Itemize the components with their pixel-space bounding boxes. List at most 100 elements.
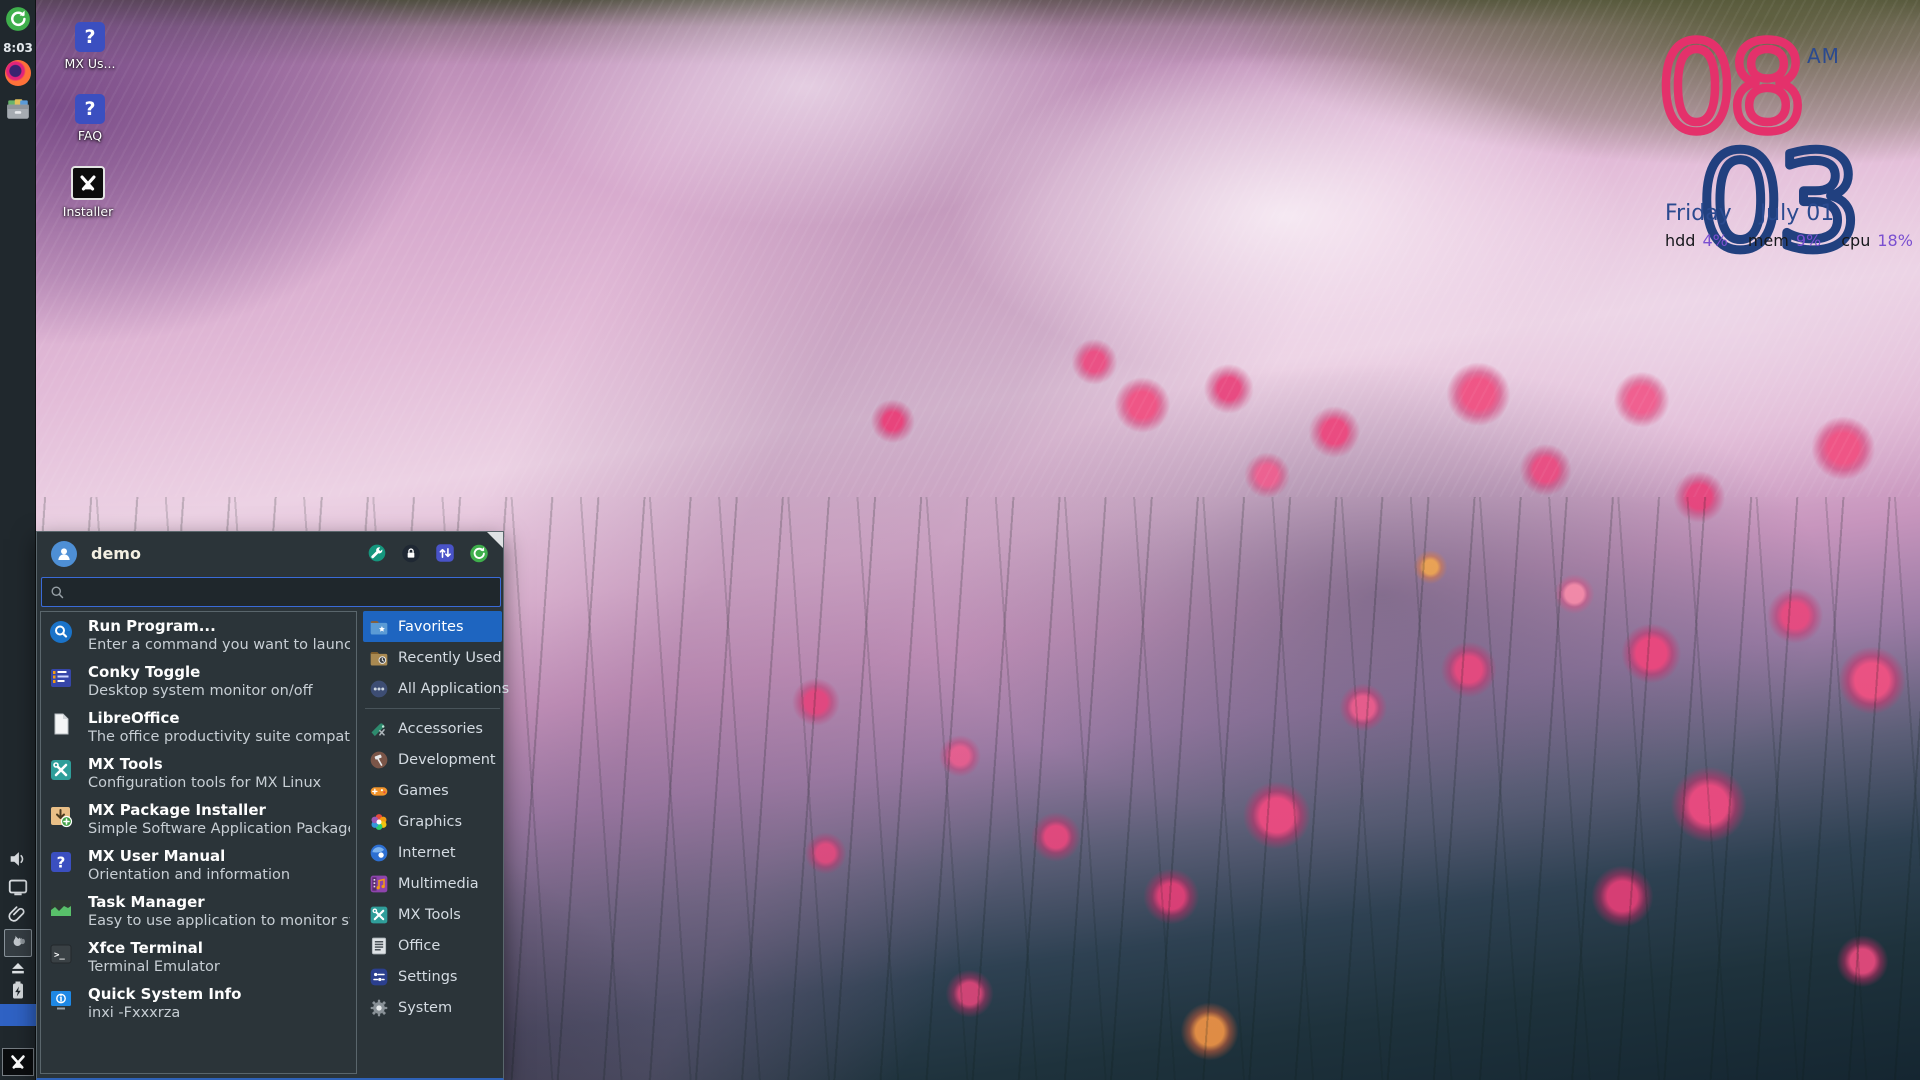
desktop-icon-faq[interactable]: ? FAQ <box>46 94 134 143</box>
mx-x-logo-icon <box>71 166 105 200</box>
mx-tools-icon <box>369 905 389 925</box>
battery-icon[interactable] <box>0 978 36 1002</box>
menu-item-mx-tools[interactable]: MX Tools Configuration tools for MX Linu… <box>41 752 356 798</box>
category-all-applications[interactable]: All Applications <box>363 673 502 704</box>
category-separator <box>365 708 500 709</box>
desktop-icon-label: Installer <box>44 204 132 219</box>
favorites-folder-icon <box>369 617 389 637</box>
mx-package-installer-icon <box>49 804 73 828</box>
menu-item-title: MX Tools <box>88 755 163 773</box>
category-label: Settings <box>398 969 457 985</box>
menu-item-task-manager[interactable]: Task Manager Easy to use application to … <box>41 890 356 936</box>
side-panel: 8:03 <box>0 0 36 1080</box>
question-mark-icon: ? <box>75 94 105 124</box>
volume-icon[interactable] <box>0 848 36 870</box>
terminal-icon: >_ <box>49 942 73 966</box>
eject-icon[interactable] <box>0 958 36 978</box>
category-label: System <box>398 1000 452 1016</box>
category-accessories[interactable]: Accessories <box>363 713 502 744</box>
username: demo <box>91 544 141 563</box>
desktop-icon-installer[interactable]: Installer <box>44 166 132 219</box>
flame-icon-selection <box>4 929 32 957</box>
display-icon[interactable] <box>0 876 36 898</box>
menu-item-mx-user-manual[interactable]: ? MX User Manual Orientation and informa… <box>41 844 356 890</box>
menu-item-subtitle: Configuration tools for MX Linux <box>88 775 321 791</box>
whisker-menu: demo <box>36 531 504 1080</box>
mx-menu-button[interactable] <box>2 1048 34 1076</box>
system-gear-icon <box>369 998 389 1018</box>
menu-item-title: MX Package Installer <box>88 801 266 819</box>
menu-item-libreoffice[interactable]: LibreOffice The office productivity suit… <box>41 706 356 752</box>
panel-clock: 8:03 <box>0 41 36 55</box>
category-mx-tools[interactable]: MX Tools <box>363 899 502 930</box>
search-input[interactable] <box>73 584 500 600</box>
svg-text:>_: >_ <box>54 951 65 961</box>
menu-header: demo <box>37 532 503 576</box>
category-label: MX Tools <box>398 907 461 923</box>
recent-folder-icon <box>369 648 389 668</box>
firefox-icon[interactable] <box>0 60 36 86</box>
menu-item-title: Run Program... <box>88 617 216 635</box>
category-graphics[interactable]: Graphics <box>363 806 502 837</box>
category-label: Accessories <box>398 721 483 737</box>
category-label: All Applications <box>398 681 509 697</box>
category-multimedia[interactable]: Multimedia <box>363 868 502 899</box>
menu-item-subtitle: inxi -Fxxxrza <box>88 1005 180 1021</box>
category-favorites[interactable]: Favorites <box>363 611 502 642</box>
menu-item-subtitle: Easy to use application to monitor syste… <box>88 913 350 929</box>
menu-item-xfce-terminal[interactable]: >_ Xfce Terminal Terminal Emulator <box>41 936 356 982</box>
menu-item-title: Quick System Info <box>88 985 241 1003</box>
mx-tools-icon <box>49 758 73 782</box>
application-list: Run Program... Enter a command you want … <box>40 611 357 1074</box>
category-label: Internet <box>398 845 456 861</box>
menu-item-title: LibreOffice <box>88 709 180 727</box>
menu-item-title: Xfce Terminal <box>88 939 203 957</box>
mx-updater-icon[interactable] <box>0 6 36 32</box>
menu-item-quick-system-info[interactable]: i Quick System Info inxi -Fxxxrza <box>41 982 356 1028</box>
run-program-icon <box>49 620 73 644</box>
workspace-switcher[interactable] <box>0 1004 36 1026</box>
flame-icon[interactable] <box>0 929 36 957</box>
category-label: Favorites <box>398 619 464 635</box>
category-settings[interactable]: Settings <box>363 961 502 992</box>
category-office[interactable]: Office <box>363 930 502 961</box>
category-games[interactable]: Games <box>363 775 502 806</box>
menu-item-run-program[interactable]: Run Program... Enter a command you want … <box>41 614 356 660</box>
category-development[interactable]: Development <box>363 744 502 775</box>
settings-icon <box>369 967 389 987</box>
accessories-icon <box>369 719 389 739</box>
category-list: Favorites Recently Used All Applications <box>363 611 502 1023</box>
category-label: Office <box>398 938 440 954</box>
menu-item-subtitle: Orientation and information <box>88 867 290 883</box>
multimedia-icon <box>369 874 389 894</box>
category-internet[interactable]: Internet <box>363 837 502 868</box>
menu-item-title: Task Manager <box>88 893 205 911</box>
libreoffice-icon <box>49 712 73 736</box>
menu-item-mx-package-installer[interactable]: MX Package Installer Simple Software App… <box>41 798 356 844</box>
category-label: Multimedia <box>398 876 479 892</box>
avatar[interactable] <box>51 541 77 567</box>
task-manager-icon <box>49 896 73 920</box>
menu-item-conky-toggle[interactable]: Conky Toggle Desktop system monitor on/o… <box>41 660 356 706</box>
category-label: Recently Used <box>398 650 502 666</box>
desktop-icon-label: MX Us... <box>46 56 134 71</box>
menu-item-subtitle: Simple Software Application Package Ins.… <box>88 821 350 837</box>
log-out-button[interactable] <box>469 543 489 563</box>
switch-user-button[interactable] <box>435 543 455 563</box>
graphics-icon <box>369 812 389 832</box>
games-icon <box>369 781 389 801</box>
desktop: 08 03 AM Friday July 01 hdd 4% mem 9% cp… <box>0 0 1920 1080</box>
menu-item-title: Conky Toggle <box>88 663 200 681</box>
mx-user-manual-icon: ? <box>49 850 73 874</box>
file-manager-icon[interactable] <box>0 96 36 122</box>
category-system[interactable]: System <box>363 992 502 1023</box>
lock-screen-button[interactable] <box>401 543 421 563</box>
category-recently-used[interactable]: Recently Used <box>363 642 502 673</box>
internet-icon <box>369 843 389 863</box>
menu-item-subtitle: The office productivity suite compatible… <box>88 729 350 745</box>
paperclip-icon[interactable] <box>0 903 36 925</box>
all-settings-button[interactable] <box>367 543 387 563</box>
desktop-icon-mx-user-manual[interactable]: ? MX Us... <box>46 22 134 71</box>
menu-item-subtitle: Terminal Emulator <box>88 959 220 975</box>
development-icon <box>369 750 389 770</box>
